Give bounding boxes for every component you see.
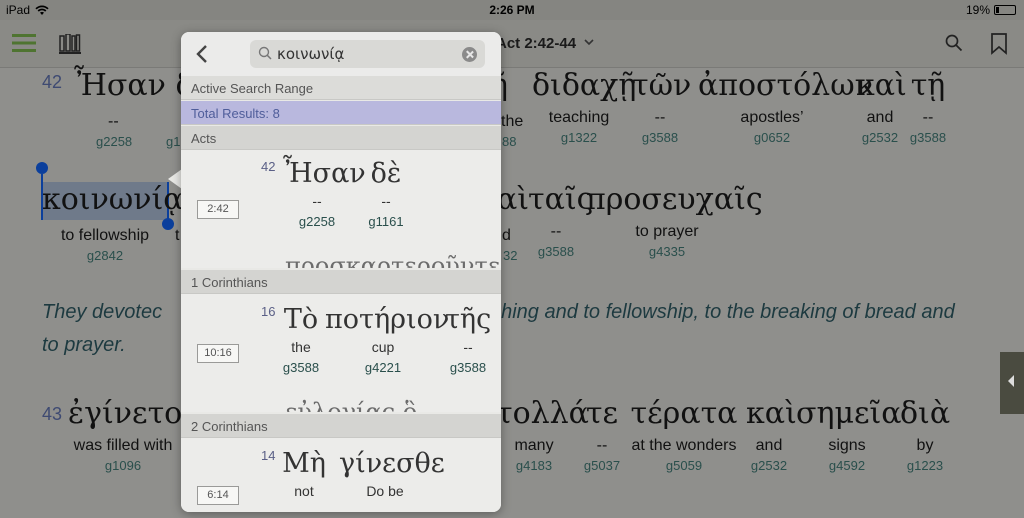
greek-word: Ἦσαν δ <box>74 68 194 103</box>
result-word[interactable]: Ἦσαν -- g2258 <box>283 158 366 230</box>
word[interactable]: διὰ by g1223 <box>900 396 950 474</box>
result-reference[interactable]: 6:14 <box>197 486 239 505</box>
word[interactable]: ἀποστόλων apostles’ g0652 <box>698 68 873 146</box>
status-right: 19% <box>966 3 1016 17</box>
battery-icon <box>994 5 1016 15</box>
total-results: Total Results: 8 <box>181 101 501 125</box>
word-selected[interactable]: κοινωνίᾳ <box>42 182 184 218</box>
result-overflow-text: εὐλογίας ὃ <box>285 398 418 412</box>
active-search-range[interactable]: Active Search Range <box>181 76 501 100</box>
search-popover: Active Search Range Total Results: 8 Act… <box>181 32 501 512</box>
back-button[interactable] <box>191 42 215 66</box>
search-input[interactable] <box>277 44 457 64</box>
clock: 2:26 PM <box>489 3 535 17</box>
status-bar: iPad 2:26 PM 19% <box>0 0 1024 20</box>
result-reference[interactable]: 2:42 <box>197 200 239 219</box>
verse-number: 43 <box>42 404 63 424</box>
word[interactable]: αὶ <box>497 182 529 218</box>
popover-pointer <box>168 169 182 189</box>
chevron-left-icon <box>196 45 207 63</box>
word[interactable]: τέρατα at the wonders g5059 <box>626 396 742 474</box>
reference-selector[interactable]: Act 2:42-44 <box>496 35 576 52</box>
strongs-number[interactable]: g1 <box>166 132 180 150</box>
gloss: to fellowship g2842 <box>60 227 150 263</box>
popover-header <box>181 32 501 76</box>
section-header-acts: Acts <box>181 126 501 150</box>
search-icon <box>258 46 272 60</box>
word[interactable]: διδαχῇ teaching g1322 <box>532 68 636 146</box>
result-word[interactable]: Μὴ not <box>281 448 327 500</box>
section-header-1-corinthians: 1 Corinthians <box>181 270 501 294</box>
result-word[interactable]: ποτήριον cup g4221 <box>325 304 449 376</box>
strongs-number[interactable]: 88 <box>502 132 516 150</box>
result-overflow-text: προσκαρτεροῦντες <box>285 252 501 268</box>
side-panel-toggle[interactable] <box>1000 352 1024 414</box>
word[interactable]: τῶν -- g3588 <box>632 68 691 146</box>
gloss: the <box>501 113 524 130</box>
word[interactable]: καὶ and g2532 <box>746 396 797 474</box>
word[interactable]: ταῖς -- g3588 <box>528 182 593 260</box>
word[interactable]: τῇ -- g3588 <box>908 68 948 146</box>
menu-icon[interactable] <box>12 33 36 53</box>
result-word[interactable]: Τὸ the g3588 <box>281 304 321 376</box>
gloss: d <box>502 227 511 244</box>
strongs-number[interactable]: 32 <box>503 246 517 264</box>
section-header-2-corinthians: 2 Corinthians <box>181 414 501 438</box>
selection-handle-start-knob[interactable] <box>36 162 48 174</box>
word[interactable]: τολλά many g4183 <box>496 396 589 474</box>
result-word[interactable]: τῆς -- g3588 <box>445 304 491 376</box>
verse-number: 42 <box>261 159 276 174</box>
chevron-down-icon[interactable] <box>583 36 595 48</box>
search-field[interactable] <box>250 40 485 68</box>
search-result[interactable]: 10:16 16 Τὸ the g3588 ποτήριον cup g4221… <box>181 294 501 412</box>
result-reference[interactable]: 10:16 <box>197 344 239 363</box>
word[interactable]: ἐγίνετο was filled with g1096 <box>68 396 182 474</box>
chevron-left-icon <box>1008 375 1014 387</box>
search-result[interactable]: 6:14 14 Μὴ not γίνεσθε Do be <box>181 438 501 512</box>
reader-pane: 42 Ἦσαν δ -- g2258 g1 ῇ the 88 διδαχῇ te… <box>0 68 1024 518</box>
verse-number: 42 <box>42 72 63 92</box>
result-word[interactable]: δὲ -- g1161 <box>359 158 413 230</box>
library-icon[interactable] <box>59 34 81 54</box>
gloss: -- <box>108 113 119 130</box>
verse-number: 14 <box>261 448 276 463</box>
word[interactable]: σημεῖα signs g4592 <box>796 396 902 474</box>
battery-percent: 19% <box>965 3 990 17</box>
word[interactable]: Ἦσαν δ <box>74 68 194 104</box>
word[interactable]: τε -- g5037 <box>578 396 626 474</box>
result-word[interactable]: γίνεσθε Do be <box>339 448 445 500</box>
clear-search-icon[interactable] <box>462 47 477 62</box>
verse-number: 16 <box>261 304 276 319</box>
search-icon[interactable] <box>945 34 963 52</box>
toolbar: Act 2:42-44 <box>0 20 1024 68</box>
search-result[interactable]: 2:42 42 Ἦσαν -- g2258 δὲ -- g1161 προσκα… <box>181 150 501 268</box>
bookmark-icon[interactable] <box>990 33 1008 55</box>
gloss: t <box>175 227 180 244</box>
word[interactable]: καὶ and g2532 <box>856 68 907 146</box>
strongs-number[interactable]: g2258 <box>96 132 132 150</box>
word[interactable]: προσευχαῖς to prayer g4335 <box>586 182 763 260</box>
